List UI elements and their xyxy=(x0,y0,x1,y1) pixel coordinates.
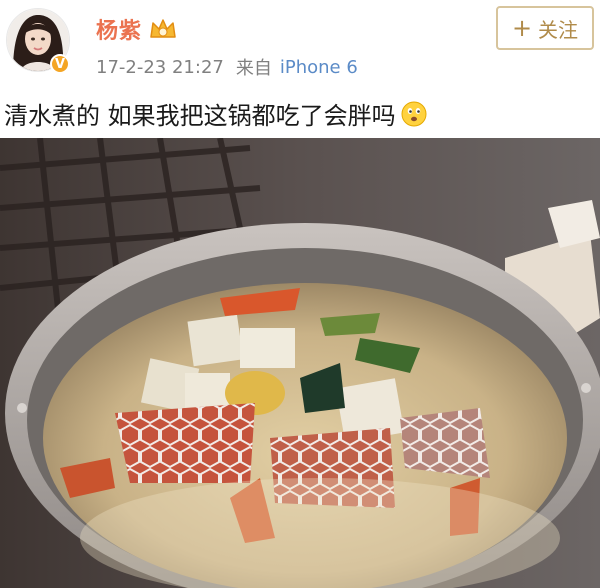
verified-badge-icon: V xyxy=(50,54,70,74)
post-timestamp: 17-2-23 21:27 xyxy=(96,56,224,78)
post-image[interactable] xyxy=(0,138,600,588)
post-meta: 17-2-23 21:27 来自 iPhone 6 xyxy=(96,54,358,80)
follow-label: 关注 xyxy=(538,17,579,42)
username[interactable]: 杨紫 xyxy=(96,13,142,45)
post-body: 清水煮的 如果我把这锅都吃了会胖吗 xyxy=(4,102,396,130)
post-text: 清水煮的 如果我把这锅都吃了会胖吗 xyxy=(4,96,428,131)
plus-icon: + xyxy=(511,14,533,42)
follow-button[interactable]: + 关注 xyxy=(496,6,594,50)
post-header: V 杨紫 17-2-23 21:27 来自 iPhone 6 + 关注 xyxy=(0,0,600,92)
source-prefix: 来自 xyxy=(235,58,272,79)
thinking-face-emoji xyxy=(401,101,427,126)
source-device-link[interactable]: iPhone 6 xyxy=(280,57,358,78)
vip-crown-icon[interactable] xyxy=(148,16,178,42)
name-row: 杨紫 xyxy=(96,14,178,44)
